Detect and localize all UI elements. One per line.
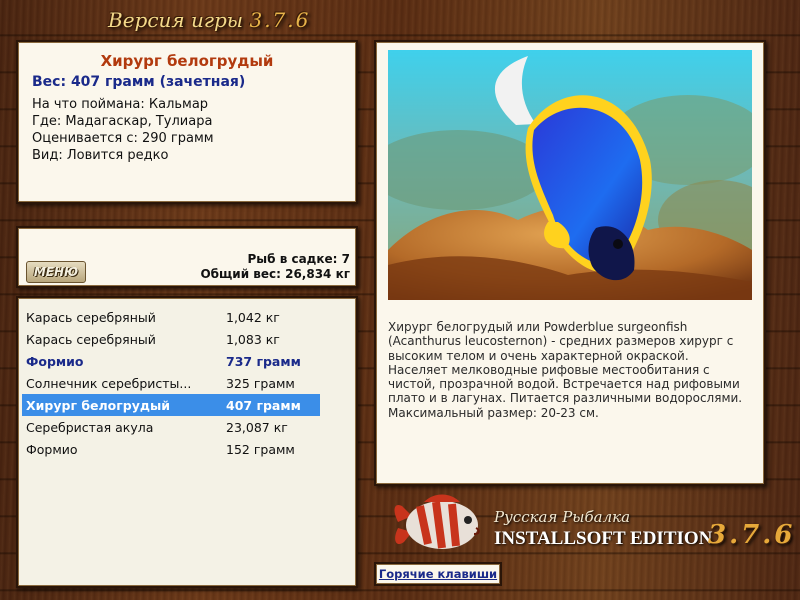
- catch-row[interactable]: Солнечник серебристы... 325 грамм: [22, 372, 320, 394]
- catch-row-selected[interactable]: Хирург белогрудый 407 грамм: [22, 394, 320, 416]
- catch-weight: 152 грамм: [226, 441, 295, 457]
- bait-line: На что поймана: Кальмар: [32, 97, 209, 112]
- rarity-line: Вид: Ловится редко: [32, 148, 169, 163]
- min-weight-line: Оценивается с: 290 грамм: [32, 131, 214, 146]
- fish-weight: Вес: 407 грамм (зачетная): [32, 74, 246, 90]
- fish-description: Хирург белогрудый или Powderblue surgeon…: [388, 320, 743, 420]
- catch-list-panel: Карась серебряный 1,042 кг Карась серебр…: [16, 296, 358, 588]
- fish-photo: [388, 50, 752, 300]
- logo-version: 3.7.6: [708, 520, 796, 550]
- catch-weight: 23,087 кг: [226, 419, 288, 435]
- catch-weight: 325 грамм: [226, 375, 295, 391]
- catch-weight: 737 грамм: [226, 353, 301, 369]
- catch-name: Формио: [26, 353, 84, 369]
- game-logo: Русская Рыбалка INSTALLSOFT EDITION 3.7.…: [390, 492, 792, 562]
- version-number: 3.7.6: [249, 8, 311, 32]
- hotkeys-button[interactable]: Горячие клавиши: [374, 562, 502, 586]
- catch-name: Карась серебряный: [26, 331, 156, 347]
- catch-row[interactable]: Карась серебряный 1,083 кг: [22, 328, 320, 350]
- keepnet-stats: Рыб в садке: 7 Общий вес: 26,834 кг: [200, 252, 350, 282]
- keepnet-panel: МЕНЮ Рыб в садке: 7 Общий вес: 26,834 кг: [16, 226, 358, 288]
- catch-name: Серебристая акула: [26, 419, 154, 435]
- catch-row[interactable]: Формио 152 грамм: [22, 438, 320, 460]
- total-weight: Общий вес: 26,834 кг: [200, 267, 350, 281]
- fish-info-panel: Хирург белогрудый Вес: 407 грамм (зачетн…: [16, 40, 358, 204]
- version-label: Версия игры: [108, 8, 244, 32]
- catch-name: Солнечник серебристы...: [26, 375, 192, 391]
- fish-details-panel: Хирург белогрудый или Powderblue surgeon…: [374, 40, 766, 486]
- version-title: Версия игры 3.7.6: [108, 8, 310, 32]
- menu-button[interactable]: МЕНЮ: [26, 261, 86, 283]
- catch-name: Хирург белогрудый: [26, 397, 171, 413]
- fish-count: Рыб в садке: 7: [247, 252, 351, 266]
- catch-weight: 407 грамм: [226, 397, 301, 413]
- location-line: Где: Мадагаскар, Тулиара: [32, 114, 213, 129]
- fish-name: Хирург белогрудый: [100, 52, 274, 70]
- catch-row[interactable]: Серебристая акула 23,087 кг: [22, 416, 320, 438]
- catch-row[interactable]: Карась серебряный 1,042 кг: [22, 306, 320, 328]
- catch-weight: 1,042 кг: [226, 309, 280, 325]
- catch-row[interactable]: Формио 737 грамм: [22, 350, 320, 372]
- logo-title: Русская Рыбалка: [494, 508, 631, 526]
- catch-weight: 1,083 кг: [226, 331, 280, 347]
- catch-name: Формио: [26, 441, 78, 457]
- fish-logo-icon: [394, 494, 480, 549]
- catch-name: Карась серебряный: [26, 309, 156, 325]
- logo-edition: INSTALLSOFT EDITION: [494, 528, 713, 549]
